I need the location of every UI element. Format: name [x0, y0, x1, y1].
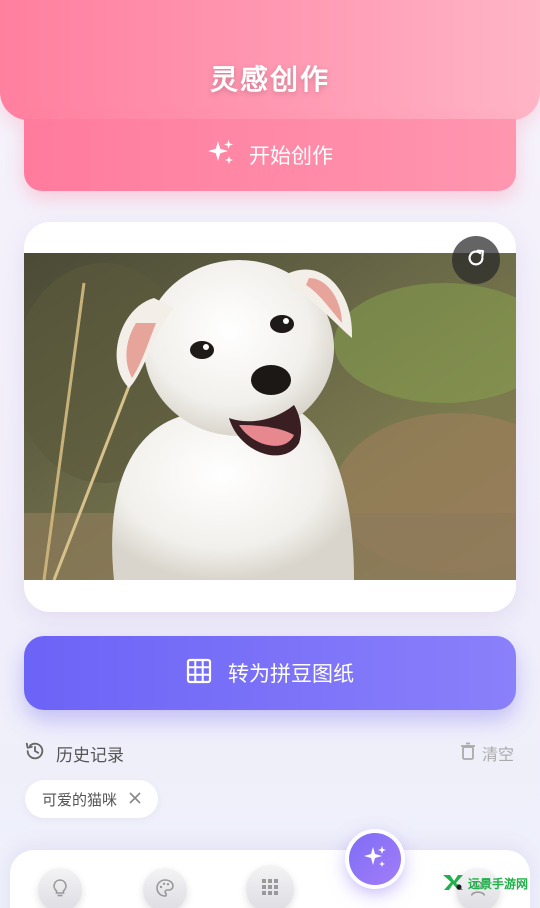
sparkles-icon — [207, 139, 235, 172]
history-icon — [24, 740, 46, 767]
refresh-button[interactable] — [452, 236, 500, 284]
watermark-text: 远景手游网 — [468, 876, 529, 891]
grid-icon — [260, 877, 280, 901]
history-title: 历史记录 — [56, 745, 124, 766]
convert-label: 转为拼豆图纸 — [228, 662, 354, 686]
lightbulb-icon — [50, 878, 70, 902]
clear-label: 清空 — [482, 745, 515, 764]
history-header: 历史记录 — [24, 740, 124, 766]
clear-history-button[interactable]: 清空 — [460, 740, 514, 766]
nav-item-pattern[interactable] — [246, 865, 294, 908]
nav-item-inspiration[interactable] — [38, 868, 82, 908]
history-chip-label: 可爱的猫咪 — [41, 790, 117, 809]
start-create-button[interactable]: 开始创作 — [24, 119, 516, 191]
nav-item-palette[interactable] — [143, 868, 187, 908]
start-create-label: 开始创作 — [249, 144, 333, 168]
sparkles-icon — [361, 843, 389, 875]
refresh-icon — [465, 247, 487, 273]
image-card — [24, 222, 516, 612]
generated-image — [24, 253, 516, 580]
site-watermark: 远景手游网 — [442, 872, 528, 894]
trash-icon — [460, 742, 476, 764]
convert-to-pattern-button[interactable]: 转为拼豆图纸 — [24, 636, 516, 710]
grid-icon — [186, 658, 212, 689]
history-chip[interactable]: 可爱的猫咪 — [25, 780, 158, 818]
page-title: 灵感创作 — [209, 63, 330, 96]
palette-icon — [155, 878, 175, 902]
watermark-logo-icon — [442, 873, 464, 894]
create-fab-button[interactable] — [349, 833, 401, 885]
app-header: 灵感创作 — [0, 0, 540, 120]
close-icon[interactable] — [129, 790, 141, 808]
